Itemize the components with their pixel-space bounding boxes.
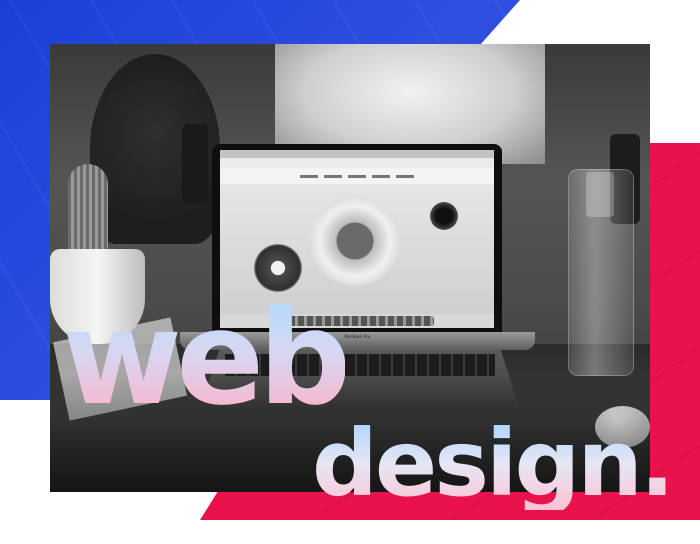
nav-link <box>300 174 318 178</box>
bottle-neck <box>586 172 614 217</box>
nav-link <box>324 174 342 178</box>
nav-link <box>348 174 366 178</box>
coffee-cup <box>430 202 458 230</box>
headline-design: design. <box>312 410 675 517</box>
mac-menubar <box>220 150 494 158</box>
nav-link <box>372 174 390 178</box>
salad-plate <box>310 196 400 286</box>
website-nav <box>220 168 494 184</box>
speaker-left <box>182 124 208 204</box>
nav-link <box>396 174 414 178</box>
headline-web: web <box>62 282 351 434</box>
web-design-banner: MacBook Pro web design. <box>0 0 700 544</box>
